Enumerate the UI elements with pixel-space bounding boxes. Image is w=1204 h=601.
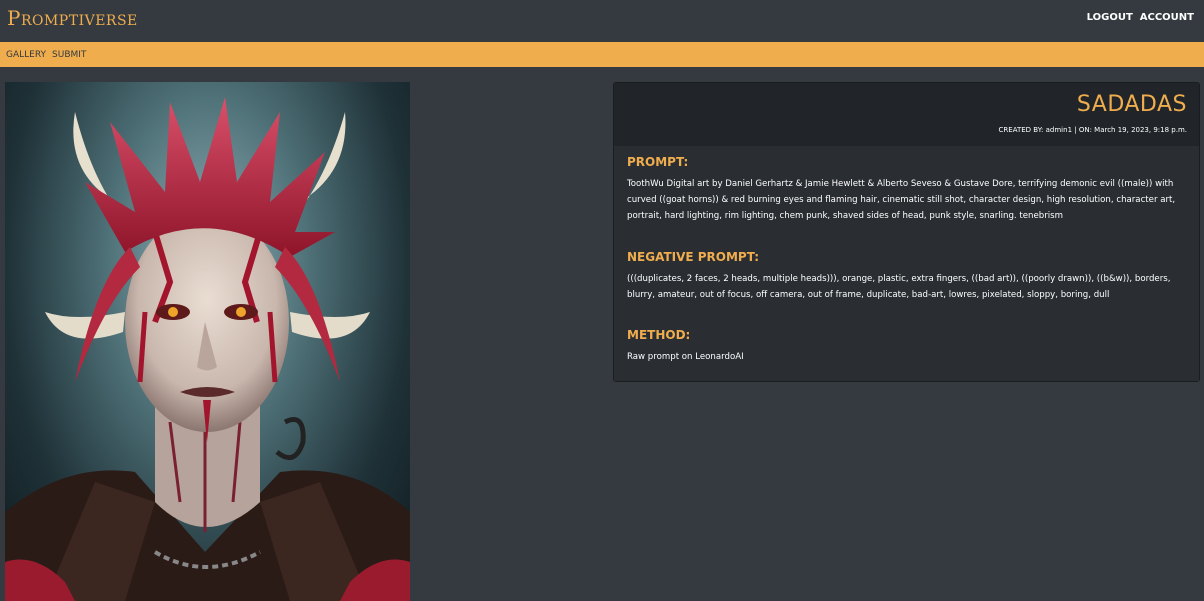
prompt-heading: PROMPT: bbox=[627, 155, 689, 169]
prompt-detail-card: SADADAS CREATED BY: admin1 | ON: March 1… bbox=[613, 82, 1200, 382]
portrait-illustration bbox=[5, 97, 410, 601]
post-title: SADADAS bbox=[1076, 92, 1187, 117]
secondary-navbar: GALLERY SUBMIT bbox=[0, 42, 1204, 67]
account-link[interactable]: ACCOUNT bbox=[1140, 12, 1194, 23]
post-meta: CREATED BY: admin1 | ON: March 19, 2023,… bbox=[998, 126, 1187, 134]
brand-logo[interactable]: Promptiverse bbox=[7, 6, 138, 30]
method-text: Raw prompt on LeonardoAI bbox=[627, 352, 744, 362]
negative-prompt-text: (((duplicates, 2 faces, 2 heads, multipl… bbox=[627, 274, 1171, 300]
submit-link[interactable]: SUBMIT bbox=[52, 50, 86, 60]
prompt-text: ToothWu Digital art by Daniel Gerhartz &… bbox=[627, 179, 1176, 221]
account-nav: LOGOUT ACCOUNT bbox=[1087, 12, 1194, 23]
card-header: SADADAS CREATED BY: admin1 | ON: March 1… bbox=[614, 83, 1199, 146]
generated-artwork-image bbox=[5, 82, 410, 601]
negative-prompt-heading: NEGATIVE PROMPT: bbox=[627, 250, 760, 264]
gallery-link[interactable]: GALLERY bbox=[6, 50, 46, 60]
logout-link[interactable]: LOGOUT bbox=[1087, 12, 1133, 23]
method-heading: METHOD: bbox=[627, 328, 691, 342]
top-navbar: Promptiverse LOGOUT ACCOUNT bbox=[0, 0, 1204, 42]
card-body: PROMPT: ToothWu Digital art by Daniel Ge… bbox=[614, 146, 1199, 381]
